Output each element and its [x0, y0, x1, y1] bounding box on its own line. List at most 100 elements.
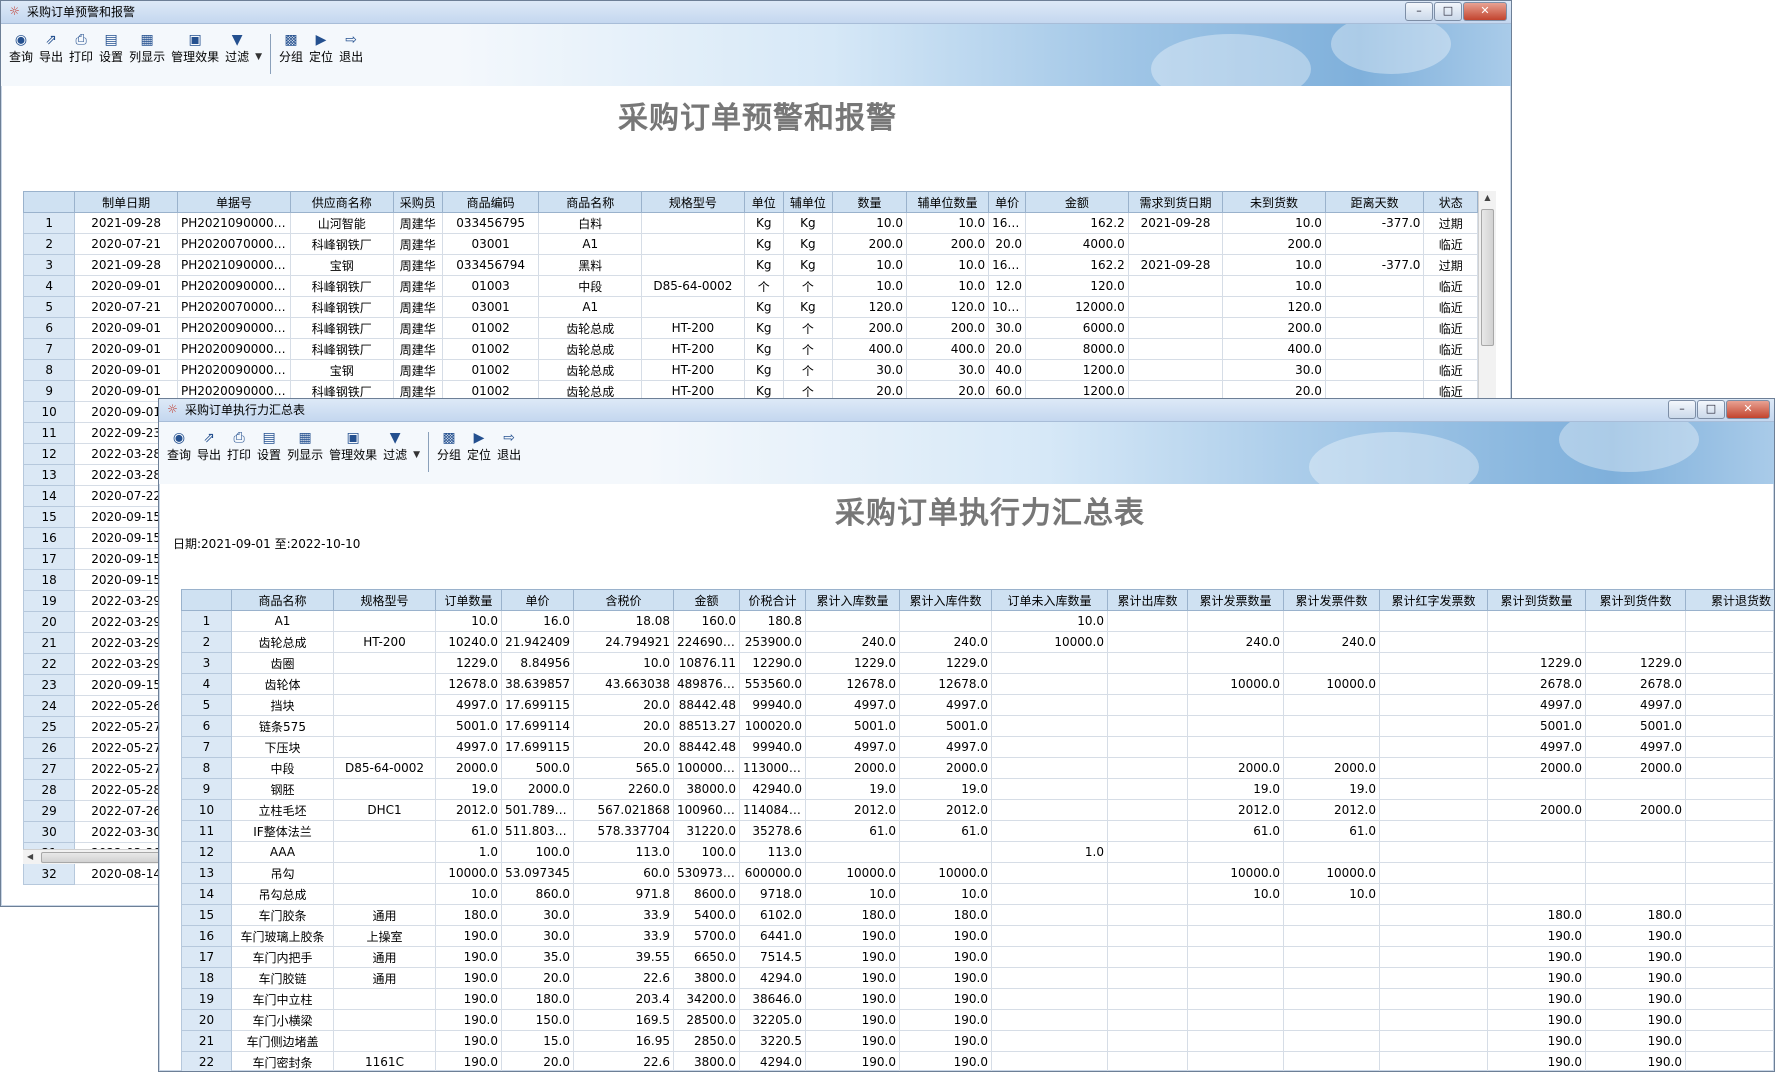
column-header[interactable]: [24, 192, 75, 213]
exit-button[interactable]: ⇨退出: [497, 430, 521, 463]
title-bar[interactable]: ☼ 采购订单预警和报警 – □ ✕: [1, 1, 1511, 24]
table-row[interactable]: 14吊勾总成10.0860.0971.88600.09718.010.010.0…: [182, 884, 1775, 905]
column-header[interactable]: 单价: [989, 192, 1026, 213]
scroll-left-icon[interactable]: ◀: [27, 850, 33, 864]
maximize-button[interactable]: □: [1434, 2, 1462, 21]
column-header[interactable]: 商品名称: [232, 590, 334, 611]
table-row[interactable]: 22车门密封条1161C190.020.022.63800.04294.0190…: [182, 1052, 1775, 1072]
column-header[interactable]: 未到货数: [1223, 192, 1326, 213]
table-row[interactable]: 12AAA1.0100.0113.0100.0113.01.0: [182, 842, 1775, 863]
table-row[interactable]: 9钢胚19.02000.02260.038000.042940.019.019.…: [182, 779, 1775, 800]
column-header[interactable]: 状态: [1424, 192, 1478, 213]
column-header[interactable]: 价税合计: [740, 590, 806, 611]
table-row[interactable]: 8中段D85-64-00022000.0500.0565.01000000.01…: [182, 758, 1775, 779]
exit-button[interactable]: ⇨退出: [339, 32, 363, 65]
print-button[interactable]: ⎙打印: [69, 32, 93, 65]
table-row[interactable]: 11IF整体法兰61.0511.803278578.33770431220.03…: [182, 821, 1775, 842]
table-row[interactable]: 21车门侧边堵盖190.015.016.952850.03220.5190.01…: [182, 1031, 1775, 1052]
column-header[interactable]: 累计红字发票数: [1380, 590, 1488, 611]
group-button[interactable]: ▩分组: [437, 430, 461, 463]
export-button[interactable]: ⇗导出: [39, 32, 63, 65]
table-row[interactable]: 7下压块4997.017.69911520.088442.4899940.049…: [182, 737, 1775, 758]
column-header[interactable]: 金额: [674, 590, 740, 611]
minimize-button[interactable]: –: [1668, 400, 1696, 419]
column-header[interactable]: 采购员: [393, 192, 442, 213]
settings-button[interactable]: ▤设置: [99, 32, 123, 65]
print-button[interactable]: ⎙打印: [227, 430, 251, 463]
column-header[interactable]: 订单数量: [436, 590, 502, 611]
filter-dropdown-icon[interactable]: ▼: [413, 450, 420, 460]
column-header[interactable]: 含税价: [574, 590, 674, 611]
table-row[interactable]: 1A110.016.018.08160.0180.810.0: [182, 611, 1775, 632]
table-row[interactable]: 22020-07-21PH202007000001科峰钢铁厂周建华03001A1…: [24, 234, 1478, 255]
column-header[interactable]: 累计入库数量: [806, 590, 900, 611]
table-row[interactable]: 15车门胶条通用180.030.033.95400.06102.0180.018…: [182, 905, 1775, 926]
table-row[interactable]: 6链条5755001.017.69911420.088513.27100020.…: [182, 716, 1775, 737]
column-header[interactable]: 规格型号: [334, 590, 436, 611]
group-button[interactable]: ▩分组: [279, 32, 303, 65]
settings-button[interactable]: ▤设置: [257, 430, 281, 463]
table-row[interactable]: 3齿圈1229.08.8495610.010876.1112290.01229.…: [182, 653, 1775, 674]
filter-button[interactable]: ▼过滤: [383, 430, 407, 463]
columns-button[interactable]: ▦列显示: [129, 32, 165, 65]
table-row[interactable]: 82020-09-01PH202009000004宝钢周建华01002齿轮总成H…: [24, 360, 1478, 381]
close-button[interactable]: ✕: [1463, 2, 1507, 21]
column-header[interactable]: 累计出库数: [1108, 590, 1188, 611]
table-row[interactable]: 52020-07-21PH202007000002科峰钢铁厂周建华03001A1…: [24, 297, 1478, 318]
manage-effect-button[interactable]: ▣管理效果: [171, 32, 219, 65]
column-header[interactable]: 制单日期: [75, 192, 178, 213]
scroll-up-icon[interactable]: ▲: [1479, 191, 1496, 205]
query-button[interactable]: ◉查询: [9, 32, 33, 65]
vertical-scrollbar[interactable]: ▲: [1478, 191, 1496, 401]
column-header[interactable]: 累计到货件数: [1586, 590, 1686, 611]
table-row[interactable]: 72020-09-01PH202009000003科峰钢铁厂周建华01002齿轮…: [24, 339, 1478, 360]
manage-effect-button[interactable]: ▣管理效果: [329, 430, 377, 463]
column-header[interactable]: 距离天数: [1325, 192, 1424, 213]
table-row[interactable]: 19车门中立柱190.0180.0203.434200.038646.0190.…: [182, 989, 1775, 1010]
table-row[interactable]: 18车门胶链通用190.020.022.63800.04294.0190.019…: [182, 968, 1775, 989]
table-row[interactable]: 32021-09-28PH202109000002宝钢周建华033456794黑…: [24, 255, 1478, 276]
table-row[interactable]: 5挡块4997.017.69911520.088442.4899940.0499…: [182, 695, 1775, 716]
query-button[interactable]: ◉查询: [167, 430, 191, 463]
table-row[interactable]: 17车门内把手通用190.035.039.556650.07514.5190.0…: [182, 947, 1775, 968]
column-header[interactable]: 商品编码: [442, 192, 539, 213]
column-header[interactable]: 金额: [1026, 192, 1129, 213]
locate-button[interactable]: ▶定位: [309, 32, 333, 65]
minimize-button[interactable]: –: [1405, 2, 1433, 21]
table-row[interactable]: 16车门玻璃上胶条上操室190.030.033.95700.06441.0190…: [182, 926, 1775, 947]
column-header[interactable]: 累计发票数量: [1188, 590, 1284, 611]
column-header[interactable]: 数量: [833, 192, 907, 213]
column-header[interactable]: 规格型号: [642, 192, 745, 213]
column-header[interactable]: 需求到货日期: [1128, 192, 1222, 213]
column-header[interactable]: 供应商名称: [290, 192, 393, 213]
column-header[interactable]: 商品名称: [539, 192, 642, 213]
table-row[interactable]: 42020-09-01PH202009000001科峰钢铁厂周建华01003中段…: [24, 276, 1478, 297]
column-header[interactable]: 订单未入库数量: [992, 590, 1108, 611]
title-bar[interactable]: ☼ 采购订单执行力汇总表 – □ ✕: [159, 399, 1774, 422]
close-button[interactable]: ✕: [1726, 400, 1770, 419]
column-header[interactable]: 累计到货数量: [1488, 590, 1586, 611]
locate-button[interactable]: ▶定位: [467, 430, 491, 463]
column-header[interactable]: 累计退货数: [1686, 590, 1775, 611]
export-button[interactable]: ⇗导出: [197, 430, 221, 463]
column-header[interactable]: 累计入库件数: [900, 590, 992, 611]
table-row[interactable]: 2齿轮总成HT-20010240.021.94240924.7949212246…: [182, 632, 1775, 653]
column-header[interactable]: 累计发票件数: [1284, 590, 1380, 611]
table-row[interactable]: 20车门小横梁190.0150.0169.528500.032205.0190.…: [182, 1010, 1775, 1031]
maximize-button[interactable]: □: [1697, 400, 1725, 419]
column-header[interactable]: 辅单位数量: [906, 192, 988, 213]
filter-dropdown-icon[interactable]: ▼: [255, 52, 262, 62]
table-row[interactable]: 12021-09-28PH202109000001山河智能周建华03345679…: [24, 213, 1478, 234]
column-header[interactable]: 单位: [744, 192, 783, 213]
column-header[interactable]: 单价: [502, 590, 574, 611]
column-header[interactable]: [182, 590, 232, 611]
table-row[interactable]: 10立柱毛坯DHC12012.0501.789264567.0218681009…: [182, 800, 1775, 821]
columns-button[interactable]: ▦列显示: [287, 430, 323, 463]
scroll-thumb[interactable]: [1481, 209, 1494, 346]
table-row[interactable]: 13吊勾10000.053.09734560.0530973.45600000.…: [182, 863, 1775, 884]
filter-button[interactable]: ▼过滤: [225, 32, 249, 65]
column-header[interactable]: 辅单位: [783, 192, 832, 213]
table-row[interactable]: 4齿轮体12678.038.63985743.663038489876.1155…: [182, 674, 1775, 695]
table-row[interactable]: 62020-09-01PH202009000002科峰钢铁厂周建华01002齿轮…: [24, 318, 1478, 339]
column-header[interactable]: 单据号: [178, 192, 291, 213]
